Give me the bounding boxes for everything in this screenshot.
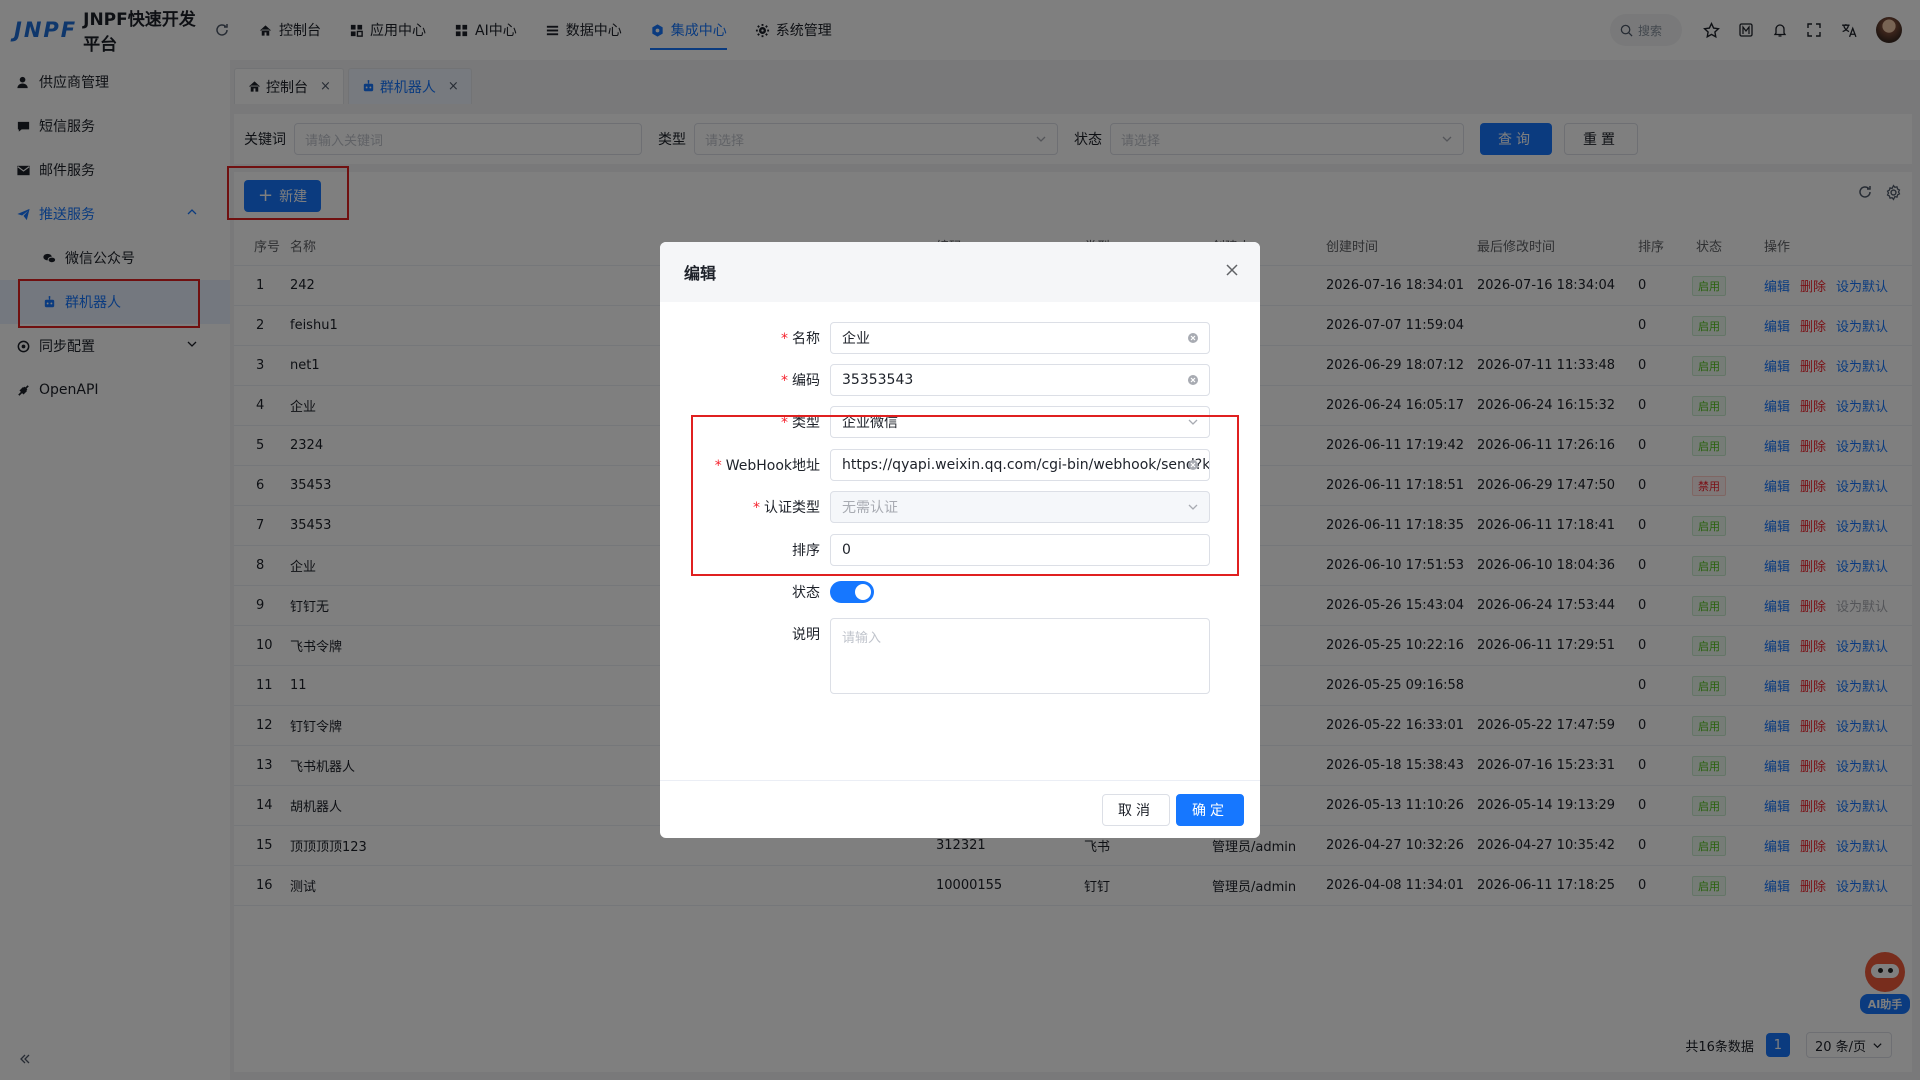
field-label: 说明 [792,624,820,644]
modal-header: 编辑 [660,242,1260,302]
field-label-text: 编码 [792,373,820,389]
field-value: 35353543 [842,372,914,388]
modal-title: 编辑 [684,264,717,283]
status-switch[interactable] [830,581,874,603]
field-input[interactable]: 企业 [830,322,1210,354]
confirm-button[interactable]: 确定 [1176,794,1244,826]
required-mark: * [781,373,788,389]
required-mark: * [781,331,788,347]
form-row: * 名称 企业 [660,322,1260,354]
field-label-text: 说明 [792,627,820,643]
field-label-text: 名称 [792,331,820,347]
field-label-text: 状态 [792,585,820,601]
field-input[interactable]: 35353543 [830,364,1210,396]
cancel-button[interactable]: 取消 [1102,794,1170,826]
field-value: 企业 [842,331,870,347]
clear-icon[interactable] [1187,374,1199,386]
close-icon[interactable] [1224,262,1240,278]
form-row: 说明 请输入 [660,618,1260,694]
clear-icon[interactable] [1187,332,1199,344]
textarea-placeholder: 请输入 [842,631,882,646]
modal-footer: 取消 确定 [660,780,1260,838]
switch-knob [855,584,871,600]
form-row: 状态 [660,576,1260,608]
description-textarea[interactable]: 请输入 [830,618,1210,694]
form-row: * 编码 35353543 [660,364,1260,396]
field-label: 状态 [792,582,820,602]
highlight-box-form-fields [691,415,1239,576]
field-label: * 编码 [781,370,820,390]
field-label: * 名称 [781,328,820,348]
